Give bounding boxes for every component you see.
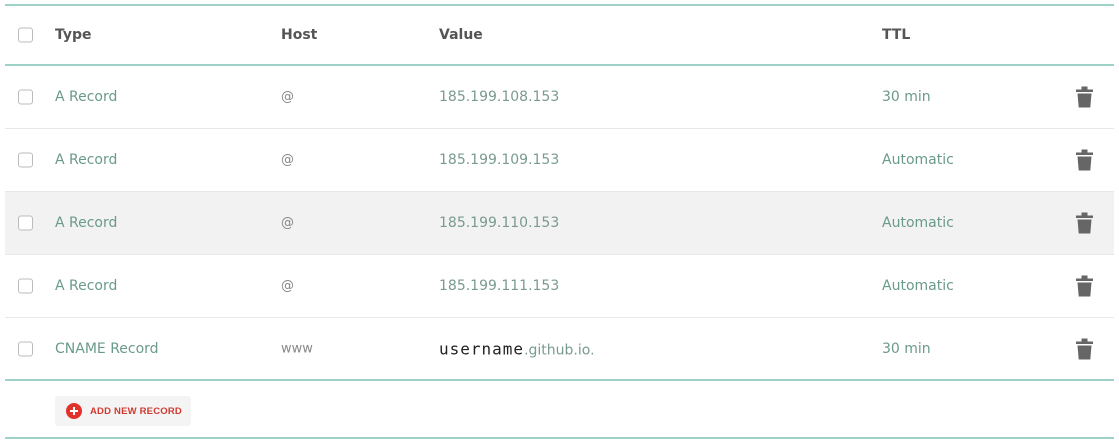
record-value[interactable]: username.github.io. bbox=[439, 339, 595, 358]
table-row[interactable]: A Record @ 185.199.110.153 Automatic bbox=[5, 192, 1114, 255]
table-header: Type Host Value TTL bbox=[5, 6, 1114, 66]
dns-records-table: Type Host Value TTL A Record @ 185.199.1… bbox=[5, 4, 1114, 439]
username-text: username bbox=[439, 339, 525, 358]
table-footer: ADD NEW RECORD bbox=[5, 381, 1114, 439]
add-new-record-button[interactable]: ADD NEW RECORD bbox=[55, 396, 191, 426]
record-host[interactable]: @ bbox=[281, 279, 294, 294]
plus-circle-icon bbox=[66, 403, 82, 419]
record-host[interactable]: @ bbox=[281, 153, 294, 168]
header-ttl[interactable]: TTL bbox=[882, 27, 910, 43]
trash-icon[interactable] bbox=[1076, 86, 1093, 108]
header-host[interactable]: Host bbox=[281, 27, 317, 43]
header-type[interactable]: Type bbox=[55, 27, 92, 43]
record-ttl[interactable]: Automatic bbox=[882, 278, 954, 294]
record-value[interactable]: 185.199.108.153 bbox=[439, 89, 559, 105]
record-host[interactable]: www bbox=[281, 341, 313, 356]
table-row[interactable]: CNAME Record www username.github.io. 30 … bbox=[5, 318, 1114, 381]
trash-icon[interactable] bbox=[1076, 149, 1093, 171]
record-type[interactable]: A Record bbox=[55, 278, 117, 294]
table-row[interactable]: A Record @ 185.199.111.153 Automatic bbox=[5, 255, 1114, 318]
row-checkbox[interactable] bbox=[18, 278, 33, 294]
trash-icon[interactable] bbox=[1076, 338, 1093, 359]
record-value[interactable]: 185.199.110.153 bbox=[439, 215, 559, 231]
header-value[interactable]: Value bbox=[439, 27, 483, 43]
row-checkbox[interactable] bbox=[18, 89, 33, 105]
record-host[interactable]: @ bbox=[281, 216, 294, 231]
record-ttl[interactable]: Automatic bbox=[882, 215, 954, 231]
record-ttl[interactable]: 30 min bbox=[882, 89, 931, 105]
record-value[interactable]: 185.199.109.153 bbox=[439, 152, 559, 168]
trash-icon[interactable] bbox=[1076, 275, 1093, 297]
row-checkbox[interactable] bbox=[18, 152, 33, 168]
record-host[interactable]: @ bbox=[281, 90, 294, 105]
domain-suffix: .github.io. bbox=[524, 342, 595, 358]
trash-icon[interactable] bbox=[1076, 212, 1093, 234]
record-value[interactable]: 185.199.111.153 bbox=[439, 278, 559, 294]
add-new-record-label: ADD NEW RECORD bbox=[90, 405, 182, 417]
record-type[interactable]: CNAME Record bbox=[55, 341, 159, 357]
row-checkbox[interactable] bbox=[18, 215, 33, 231]
table-row[interactable]: A Record @ 185.199.108.153 30 min bbox=[5, 66, 1114, 129]
table-row[interactable]: A Record @ 185.199.109.153 Automatic bbox=[5, 129, 1114, 192]
record-type[interactable]: A Record bbox=[55, 215, 117, 231]
select-all-checkbox[interactable] bbox=[18, 27, 33, 43]
row-checkbox[interactable] bbox=[18, 341, 33, 356]
record-type[interactable]: A Record bbox=[55, 152, 117, 168]
record-type[interactable]: A Record bbox=[55, 89, 117, 105]
record-ttl[interactable]: Automatic bbox=[882, 152, 954, 168]
record-ttl[interactable]: 30 min bbox=[882, 341, 931, 357]
